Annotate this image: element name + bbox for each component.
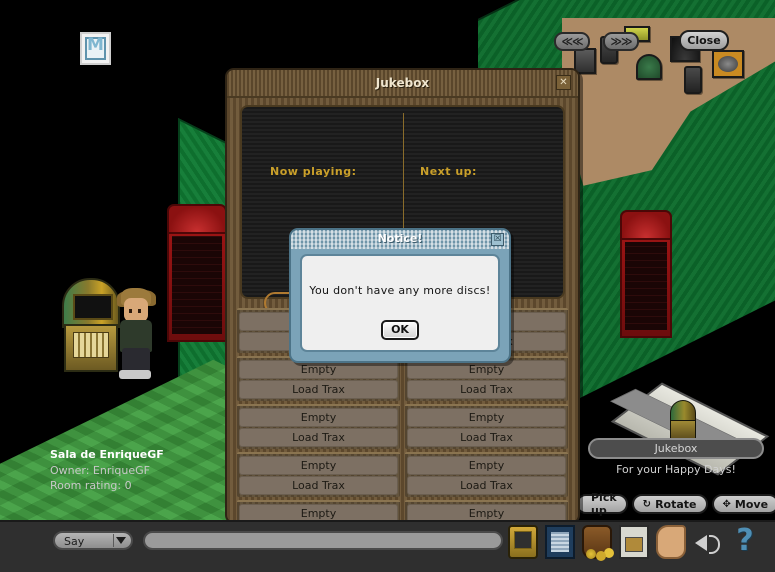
chat-mode-dropdown[interactable]: Say <box>53 531 133 550</box>
room-name: Sala de EnriqueGF <box>50 448 164 461</box>
jukebox-screen <box>73 294 113 320</box>
chat-mode-separator <box>113 534 114 547</box>
close-icon[interactable]: ✕ <box>556 75 571 90</box>
furniture-name: Jukebox <box>588 438 764 459</box>
load-trax-button[interactable]: Load Trax <box>407 428 566 447</box>
close-room-button[interactable]: Close <box>679 30 729 51</box>
pick-up-button[interactable]: Pick up <box>576 491 628 517</box>
jukebox-thumb-arch <box>670 400 696 422</box>
room-owner: Owner: EnriqueGF <box>50 464 150 477</box>
next-up-label: Next up: <box>420 165 477 178</box>
room-rating: Room rating: 0 <box>50 479 132 492</box>
habbo-client: M ≪≪ ≫≫ Close Sala de EnriqueGF Owner: E… <box>0 0 775 572</box>
move-button[interactable]: ✥ Move <box>711 494 775 514</box>
chat-mode-label: Say <box>64 535 85 548</box>
track-slot-name: Empty <box>239 456 398 475</box>
furniture-info-panel: Jukebox For your Happy Days! <box>578 388 774 476</box>
furniture-action-buttons: Pick up ↻ Rotate ✥ Move <box>576 491 775 517</box>
track-slot-name: Empty <box>407 408 566 427</box>
avatar-eye-left <box>129 309 132 313</box>
phone-booth-furniture[interactable] <box>620 210 672 338</box>
track-slot: Empty Load Trax <box>405 452 568 497</box>
catalog-icon[interactable] <box>619 525 649 559</box>
furniture-description: For your Happy Days! <box>616 463 736 476</box>
notice-dialog[interactable]: Notice! ☒ You don't have any more discs!… <box>289 228 511 363</box>
notice-titlebar[interactable]: Notice! ☒ <box>291 230 509 249</box>
avatar-head <box>124 298 148 322</box>
sound-icon[interactable] <box>693 525 723 559</box>
now-playing-label: Now playing: <box>270 165 357 178</box>
avatar-shoes <box>119 370 151 379</box>
load-trax-button[interactable]: Load Trax <box>407 380 566 399</box>
avatar-legs <box>122 348 150 372</box>
load-trax-button[interactable]: Load Trax <box>407 476 566 495</box>
next-room-button[interactable]: ≫≫ <box>603 32 639 51</box>
track-slot: Empty Load Trax <box>405 404 568 449</box>
help-icon[interactable]: ? <box>730 525 760 559</box>
chat-input[interactable] <box>143 531 503 550</box>
room-navigation-controls: ≪≪ ≫≫ Close <box>0 28 775 62</box>
load-trax-button[interactable]: Load Trax <box>239 428 398 447</box>
rotate-label: Rotate <box>655 497 697 511</box>
jukebox-window-title: Jukebox <box>375 76 430 90</box>
rotate-icon: ↻ <box>642 498 652 510</box>
navigator-icon[interactable] <box>545 525 575 559</box>
track-slot: Empty Load Trax <box>237 404 400 449</box>
track-slot: Empty Load Trax <box>237 452 400 497</box>
chevron-down-icon[interactable] <box>116 537 126 544</box>
avatar-eye-right <box>138 309 141 313</box>
rotate-button[interactable]: ↻ Rotate <box>631 494 708 514</box>
jukebox-titlebar[interactable]: Jukebox ✕ <box>227 70 578 98</box>
track-slot-name: Empty <box>239 408 398 427</box>
purse-icon[interactable] <box>582 525 612 559</box>
close-icon[interactable]: ☒ <box>491 233 504 246</box>
phone-booth-furniture[interactable] <box>167 204 227 342</box>
load-trax-button[interactable]: Load Trax <box>239 380 398 399</box>
hand-icon[interactable] <box>656 525 686 559</box>
previous-room-button[interactable]: ≪≪ <box>554 32 590 51</box>
jukebox-thumbnail-icon <box>668 400 698 440</box>
avatar[interactable] <box>110 288 162 380</box>
console-icon[interactable] <box>508 525 538 559</box>
notice-message: You don't have any more discs! <box>309 284 491 297</box>
move-label: Move <box>734 497 769 511</box>
notice-body: You don't have any more discs! OK <box>300 254 500 352</box>
ok-button[interactable]: OK <box>381 320 419 340</box>
load-trax-button[interactable]: Load Trax <box>239 476 398 495</box>
track-slot-name: Empty <box>407 456 566 475</box>
notice-title: Notice! <box>377 232 423 245</box>
room-info: Sala de EnriqueGF Owner: EnriqueGF Room … <box>50 448 164 494</box>
shelf-item[interactable] <box>684 66 702 94</box>
jukebox-thumb-body <box>670 420 696 440</box>
jukebox-keys <box>73 332 109 358</box>
move-icon: ✥ <box>722 498 731 510</box>
toolbar-icons: ? <box>508 525 760 559</box>
pick-up-label: Pick up <box>591 491 617 517</box>
